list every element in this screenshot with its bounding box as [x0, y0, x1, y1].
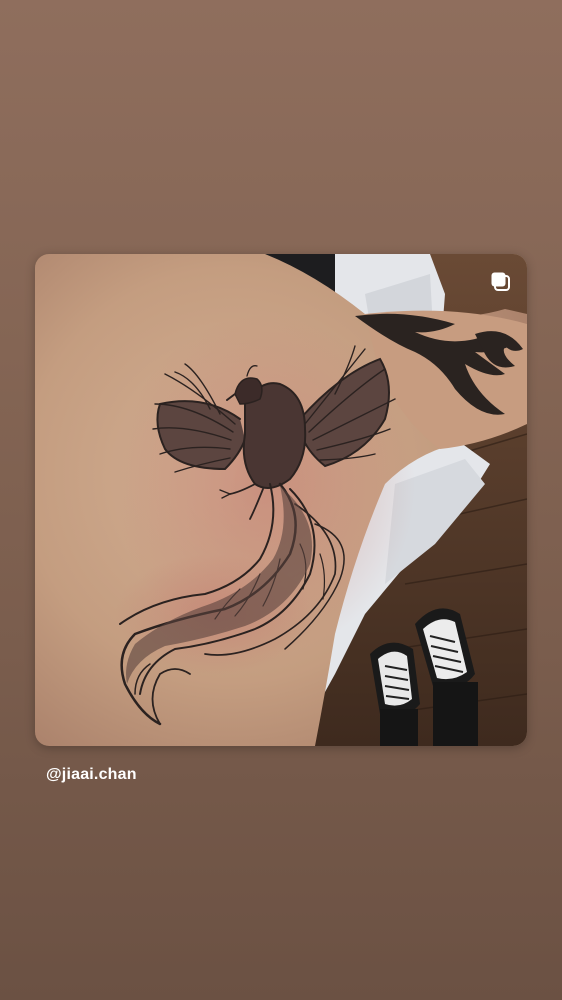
post-author-username[interactable]: @jiaai.chan: [46, 766, 137, 784]
multiple-posts-icon: [491, 272, 510, 291]
story-viewer: @jiaai.chan: [0, 0, 562, 1000]
shared-post-card[interactable]: [35, 254, 527, 746]
tattoo-photo: [35, 254, 527, 746]
